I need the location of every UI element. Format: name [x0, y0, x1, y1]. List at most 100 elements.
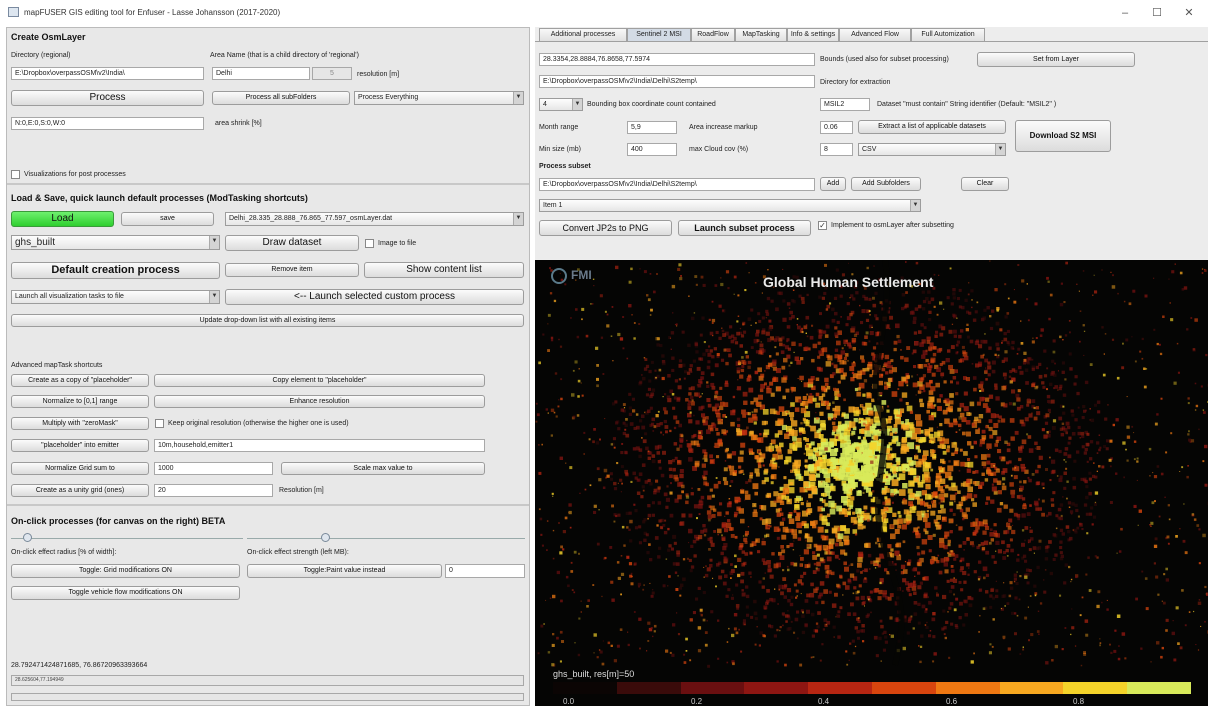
- colorbar-swatch: [680, 682, 745, 694]
- area-name-field[interactable]: Delhi: [212, 67, 310, 80]
- chevron-down-icon: ▼: [513, 213, 523, 225]
- tab-maptasking[interactable]: MapTasking: [735, 28, 787, 41]
- paint-value-field[interactable]: 0: [445, 564, 525, 578]
- image-to-file-label: Image to file: [378, 240, 417, 247]
- onclick-section: On-click processes (for canvas on the ri…: [7, 508, 529, 706]
- map-canvas[interactable]: FMI Global Human Settlement ghs_built, r…: [535, 260, 1208, 706]
- process-all-subfolders-button[interactable]: Process all subFolders: [212, 91, 350, 105]
- add-subfolders-button[interactable]: Add Subfolders: [851, 177, 921, 191]
- bbox-count-value: 4: [543, 101, 547, 108]
- grid-sum-field[interactable]: 1000: [154, 462, 273, 475]
- keep-resolution-label: Keep original resolution (otherwise the …: [168, 420, 349, 427]
- launch-custom-process-button[interactable]: <-- Launch selected custom process: [225, 289, 524, 305]
- app-icon: [8, 7, 19, 17]
- format-select[interactable]: CSV ▼: [858, 143, 1006, 156]
- toggle-vehicle-flow-button[interactable]: Toggle vehicle flow modifications ON: [11, 586, 240, 600]
- draw-dataset-button[interactable]: Draw dataset: [225, 235, 359, 251]
- emitter-field[interactable]: 10m,household,emitter1: [154, 439, 485, 452]
- chevron-down-icon: ▼: [513, 92, 523, 104]
- resolution-field[interactable]: 5: [312, 67, 352, 80]
- visualizations-checkbox[interactable]: [11, 170, 20, 179]
- directory-label: Directory (regional): [11, 52, 71, 59]
- directory-field[interactable]: E:\Dropbox\overpassOSM\v2\India\: [11, 67, 204, 80]
- colorbar-tick: 0.0: [563, 697, 575, 706]
- settlement-map[interactable]: [535, 260, 1208, 706]
- keep-resolution-checkbox[interactable]: [155, 419, 164, 428]
- implement-checkbox[interactable]: ✓: [818, 221, 827, 230]
- copy-element-button[interactable]: Copy element to "placeholder": [154, 374, 485, 387]
- strength-label: On-click effect strength (left MB):: [247, 549, 349, 556]
- dataset-select[interactable]: ghs_built ▼: [11, 235, 220, 250]
- strength-slider[interactable]: [247, 538, 525, 542]
- map-title: Global Human Settlement: [763, 274, 934, 290]
- subset-directory-field[interactable]: E:\Dropbox\overpassOSM\v2\India\Delhi\S2…: [539, 178, 815, 191]
- show-content-list-button[interactable]: Show content list: [364, 262, 524, 278]
- remove-item-button[interactable]: Remove item: [225, 263, 359, 277]
- create-unity-grid-button[interactable]: Create as a unity grid (ones): [11, 484, 149, 497]
- process-subset-label: Process subset: [539, 163, 591, 170]
- multiply-zeromask-button[interactable]: Multiply with "zeroMask": [11, 417, 149, 430]
- coordinate-readout: 28.625604,77.194949: [11, 675, 524, 686]
- colorbar-swatch: [616, 682, 681, 694]
- minimize-button[interactable]: –: [1117, 6, 1133, 20]
- normalize-grid-sum-button[interactable]: Normalize Grid sum to: [11, 462, 149, 475]
- extraction-directory-field[interactable]: E:\Dropbox\overpassOSM\v2\India\Delhi\S2…: [539, 75, 815, 88]
- tab-additional-processes[interactable]: Additional processes: [539, 28, 627, 41]
- dataset-identifier-field[interactable]: MSIL2: [820, 98, 870, 111]
- normalize-range-button[interactable]: Normalize to [0,1] range: [11, 395, 149, 408]
- area-markup-field[interactable]: 0.06: [820, 121, 853, 134]
- unity-resolution-field[interactable]: 20: [154, 484, 273, 497]
- strength-slider-knob[interactable]: [320, 533, 330, 542]
- tab-info-settings[interactable]: Info & settings: [787, 28, 839, 41]
- area-name-label: Area Name (that is a child directory of …: [210, 52, 359, 59]
- create-as-copy-button[interactable]: Create as a copy of "placeholder": [11, 374, 149, 387]
- dataset-value: ghs_built: [15, 237, 56, 248]
- load-button[interactable]: Load: [11, 211, 114, 227]
- default-creation-button[interactable]: Default creation process: [11, 262, 220, 279]
- enhance-resolution-button[interactable]: Enhance resolution: [154, 395, 485, 408]
- colorbar-swatch: [808, 682, 872, 694]
- section-title: Load & Save, quick launch default proces…: [11, 193, 308, 203]
- image-to-file-checkbox[interactable]: [365, 239, 374, 248]
- settlement-density: [535, 260, 1208, 668]
- bbox-count-select[interactable]: 4 ▼: [539, 98, 583, 111]
- colorbar-tick: 0.4: [818, 697, 830, 706]
- min-size-field[interactable]: 400: [627, 143, 677, 156]
- window-title: mapFUSER GIS editing tool for Enfuser - …: [24, 8, 281, 17]
- tab-advanced-flow[interactable]: Advanced Flow: [839, 28, 911, 41]
- save-button[interactable]: save: [121, 212, 214, 226]
- min-size-label: Min size (mb): [539, 146, 582, 153]
- area-shrink-label: area shrink [%]: [215, 120, 262, 127]
- toggle-paint-button[interactable]: Toggle:Paint value instead: [247, 564, 442, 578]
- item-select[interactable]: Item 1 ▼: [539, 199, 921, 212]
- area-shrink-field[interactable]: N:0,E:0,S:0,W:0: [11, 117, 204, 130]
- clear-button[interactable]: Clear: [961, 177, 1009, 191]
- launch-all-select[interactable]: Launch all visualization tasks to file ▼: [11, 290, 220, 304]
- convert-jp2-button[interactable]: Convert JP2s to PNG: [539, 220, 672, 236]
- process-button[interactable]: Process: [11, 90, 204, 106]
- file-select[interactable]: Delhi_28.335_28.888_76.865_77.597_osmLay…: [225, 212, 524, 226]
- placeholder-emitter-button[interactable]: "placeholder" into emitter: [11, 439, 149, 452]
- close-button[interactable]: ✕: [1181, 6, 1197, 20]
- section-title: On-click processes (for canvas on the ri…: [11, 516, 226, 526]
- maximize-button[interactable]: ☐: [1149, 6, 1165, 20]
- extract-datasets-button[interactable]: Extract a list of applicable datasets: [858, 120, 1006, 134]
- radius-slider[interactable]: [11, 538, 243, 542]
- add-button[interactable]: Add: [820, 177, 846, 191]
- cloud-cover-field[interactable]: 8: [820, 143, 853, 156]
- tab-full-automization[interactable]: Full Automization: [911, 28, 985, 41]
- cloud-cover-label: max Cloud cov (%): [689, 146, 749, 153]
- bounds-label: Bounds (used also for subset processing): [820, 56, 949, 63]
- bounds-field[interactable]: 28.3354,28.8884,76.8658,77.5974: [539, 53, 815, 66]
- toggle-grid-button[interactable]: Toggle: Grid modifications ON: [11, 564, 240, 578]
- download-s2-button[interactable]: Download S2 MSI: [1015, 120, 1111, 152]
- launch-subset-button[interactable]: Launch subset process: [678, 220, 811, 236]
- process-mode-select[interactable]: Process Everything ▼: [354, 91, 524, 105]
- update-dropdown-button[interactable]: Update drop-down list with all existing …: [11, 314, 524, 327]
- colorbar-title: ghs_built, res[m]=50: [553, 669, 635, 679]
- tab-roadflow[interactable]: RoadFlow: [691, 28, 735, 41]
- tab-sentinel-2-msi[interactable]: Sentinel 2 MSI: [627, 28, 691, 41]
- set-from-layer-button[interactable]: Set from Layer: [977, 52, 1135, 67]
- scale-max-value-button[interactable]: Scale max value to: [281, 462, 485, 475]
- month-range-field[interactable]: 5,9: [627, 121, 677, 134]
